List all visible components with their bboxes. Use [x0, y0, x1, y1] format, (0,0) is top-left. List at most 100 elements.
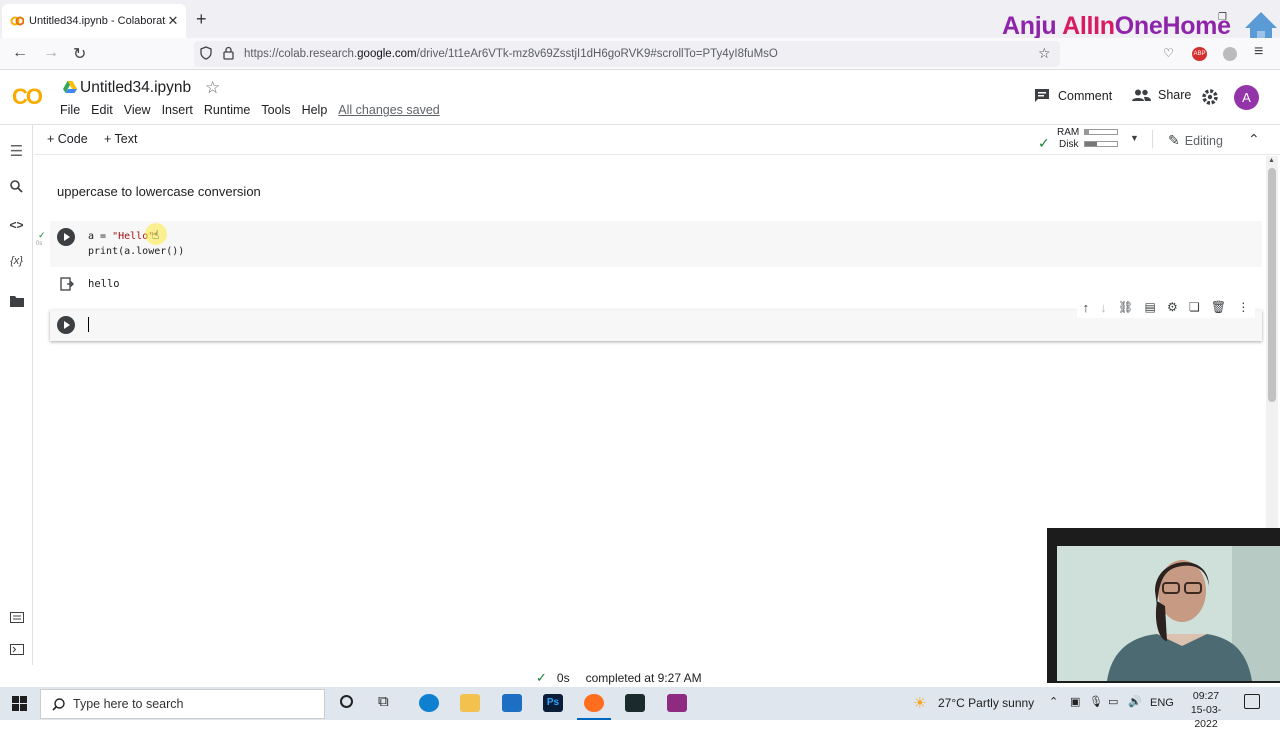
- mail-icon[interactable]: [502, 694, 522, 712]
- cell-settings-gear-icon[interactable]: ⚙: [1167, 300, 1178, 314]
- add-text-button[interactable]: + Text: [104, 132, 137, 146]
- move-cell-up-icon[interactable]: ↑: [1083, 300, 1090, 315]
- new-tab-icon[interactable]: +: [196, 9, 207, 30]
- menu-runtime[interactable]: Runtime: [204, 103, 251, 117]
- collapse-header-icon[interactable]: ⌃: [1248, 131, 1260, 148]
- gear-icon[interactable]: [1200, 87, 1220, 107]
- system-clock[interactable]: 09:27 15-03-2022: [1180, 689, 1232, 731]
- url-bar[interactable]: https://colab.research. google.com/drive/…: [194, 41, 1060, 67]
- variables-icon[interactable]: {x}: [8, 255, 25, 272]
- menu-edit[interactable]: Edit: [91, 103, 113, 117]
- photoshop-icon[interactable]: Ps: [543, 694, 563, 712]
- browser-nav-bar: ← → ↻ https://colab.research. google.com /…: [0, 38, 1280, 70]
- brand-part-3: OneHome: [1114, 12, 1231, 40]
- browser-tab-title: Untitled34.ipynb - Colaboratory: [29, 15, 166, 27]
- add-code-button[interactable]: + Code: [47, 132, 88, 146]
- webcam-video: [1057, 546, 1280, 681]
- task-view-icon[interactable]: ⧉: [378, 693, 389, 710]
- disk-label: Disk: [1059, 139, 1079, 150]
- input-language[interactable]: ENG: [1150, 697, 1174, 709]
- link-icon[interactable]: ⛓: [1118, 300, 1133, 314]
- url-prefix: https://colab.research.: [244, 48, 358, 60]
- menu-insert[interactable]: Insert: [162, 103, 193, 117]
- windows-taskbar: Type here to search ⧉ Ps ☀ 27°C Partly s…: [0, 687, 1280, 730]
- taskbar-search-box[interactable]: Type here to search: [40, 689, 325, 719]
- execution-status-bar: ✓ 0s completed at 9:27 AM: [536, 670, 702, 686]
- colab-logo[interactable]: CO: [12, 84, 43, 110]
- editing-label: Editing: [1184, 134, 1223, 148]
- avatar[interactable]: A: [1234, 85, 1259, 110]
- windows-start-icon[interactable]: [12, 696, 27, 711]
- code-cell[interactable]: [50, 221, 1262, 267]
- disk-meter: [1084, 141, 1118, 147]
- microphone-icon[interactable]: 🎙: [1089, 695, 1103, 708]
- url-path: /drive/1t1eAr6VTk-mz8v69ZsstjI1dH6goRVK9…: [416, 48, 778, 60]
- browser-tab[interactable]: Untitled34.ipynb - Colaboratory ✕: [2, 4, 186, 38]
- comment-button[interactable]: Comment: [1034, 88, 1112, 103]
- edge-browser-icon[interactable]: [419, 694, 439, 712]
- weather-text[interactable]: 27°C Partly sunny: [938, 696, 1034, 710]
- bookmark-star-icon[interactable]: ☆: [1038, 45, 1051, 62]
- menu-file[interactable]: File: [60, 103, 80, 117]
- code-snippets-icon[interactable]: <>: [8, 218, 25, 235]
- editing-mode-button[interactable]: ✎ Editing: [1168, 132, 1223, 149]
- screen-recorder-icon[interactable]: [667, 694, 687, 712]
- adblock-icon[interactable]: ABP: [1192, 47, 1207, 61]
- more-options-icon[interactable]: ⋮: [1237, 300, 1249, 314]
- firefox-icon[interactable]: [584, 694, 604, 712]
- tray-device-icon[interactable]: ▣: [1070, 695, 1080, 708]
- lock-icon[interactable]: [223, 46, 234, 60]
- mirror-cell-icon[interactable]: ❏: [1189, 300, 1200, 314]
- scrollbar-thumb[interactable]: [1268, 168, 1276, 402]
- comment-icon: [1035, 89, 1049, 102]
- search-icon[interactable]: [8, 180, 25, 197]
- resources-dropdown-icon[interactable]: ▼: [1130, 133, 1139, 143]
- battery-icon[interactable]: ▭: [1108, 695, 1118, 708]
- colab-favicon-icon: [10, 16, 24, 26]
- save-status-link[interactable]: All changes saved: [338, 103, 439, 117]
- scroll-up-arrow-icon[interactable]: ▲: [1268, 157, 1275, 164]
- cell-toolbar: ↑ ↓ ⛓ ▤ ⚙ ❏ 🗑 ⋮: [1077, 296, 1255, 318]
- ram-label: RAM: [1057, 127, 1080, 138]
- clock-date: 15-03-2022: [1190, 704, 1222, 730]
- add-comment-icon[interactable]: ▤: [1144, 300, 1155, 314]
- extension-icon[interactable]: [1223, 47, 1237, 61]
- reload-icon[interactable]: ↻: [73, 44, 86, 64]
- folder-icon[interactable]: [8, 295, 25, 312]
- file-explorer-icon[interactable]: [460, 694, 480, 712]
- run-cell-button[interactable]: [57, 228, 75, 246]
- delete-cell-icon[interactable]: 🗑: [1211, 300, 1226, 314]
- run-cell-button-2[interactable]: [57, 316, 75, 334]
- app-icon[interactable]: [625, 694, 645, 712]
- terminal-icon[interactable]: [8, 643, 25, 660]
- star-icon[interactable]: ☆: [205, 78, 220, 98]
- close-tab-icon[interactable]: ✕: [166, 13, 180, 29]
- google-drive-icon: [63, 81, 77, 93]
- status-check-icon: ✓: [536, 670, 547, 685]
- move-cell-down-icon[interactable]: ↓: [1100, 300, 1107, 315]
- people-icon: [1132, 89, 1151, 101]
- forward-arrow-icon[interactable]: →: [43, 44, 59, 62]
- taskbar-search-icon: [52, 698, 65, 711]
- notifications-icon[interactable]: [1244, 694, 1260, 709]
- cortana-icon[interactable]: [340, 695, 353, 708]
- back-arrow-icon[interactable]: ←: [12, 44, 28, 62]
- text-cell[interactable]: uppercase to lowercase conversion: [57, 184, 261, 199]
- text-cursor: [88, 317, 89, 332]
- table-of-contents-icon[interactable]: ☰: [8, 142, 25, 160]
- tray-chevron-icon[interactable]: ⌃: [1049, 695, 1058, 708]
- menu-hamburger-icon[interactable]: ≡: [1254, 43, 1263, 61]
- menu-tools[interactable]: Tools: [261, 103, 290, 117]
- left-sidebar: ☰ <> {x}: [0, 125, 33, 665]
- notebook-title[interactable]: Untitled34.ipynb: [80, 79, 191, 97]
- output-menu-icon[interactable]: [60, 277, 74, 291]
- shield-icon[interactable]: [200, 46, 212, 60]
- volume-icon[interactable]: 🔊: [1128, 695, 1142, 708]
- command-palette-icon[interactable]: [8, 611, 25, 628]
- menu-help[interactable]: Help: [302, 103, 328, 117]
- menu-view[interactable]: View: [124, 103, 151, 117]
- share-button[interactable]: Share: [1132, 88, 1191, 102]
- executed-check-icon: ✓: [38, 230, 46, 240]
- execution-time-hint: 0s: [36, 241, 43, 247]
- pocket-icon[interactable]: ♡: [1163, 46, 1174, 60]
